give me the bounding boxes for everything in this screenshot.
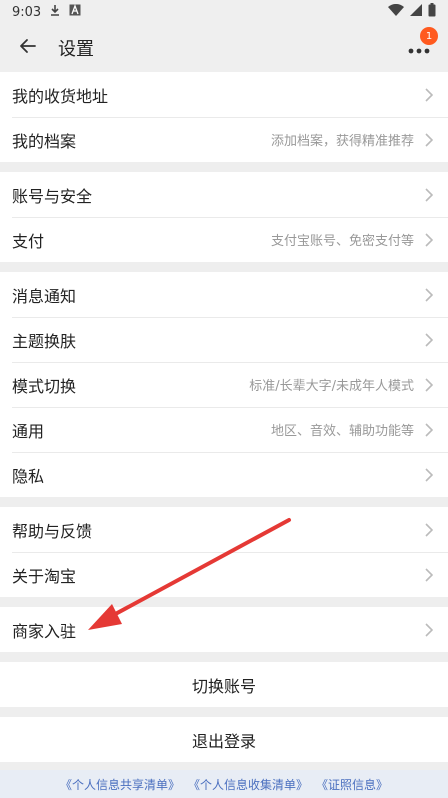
settings-row-label: 商家入驻 (12, 621, 77, 641)
settings-row[interactable]: 通用 地区、音效、辅助功能等 (0, 407, 448, 452)
signal-icon (410, 4, 422, 20)
settings-row[interactable]: 我的收货地址 (0, 72, 448, 117)
chevron-right-icon (422, 132, 436, 147)
settings-row[interactable]: 隐私 (0, 452, 448, 497)
settings-row[interactable]: 支付 支付宝账号、免密支付等 (0, 217, 448, 262)
settings-row[interactable]: 模式切换 标准/长辈大字/未成年人模式 (0, 362, 448, 407)
settings-row-label: 账号与安全 (12, 186, 93, 206)
settings-row[interactable]: 关于淘宝 (0, 552, 448, 597)
chevron-right-icon (422, 187, 436, 202)
settings-row-hint: 添加档案，获得精准推荐 (270, 134, 414, 149)
footer-link-share-list[interactable]: 《个人信息共享清单》 (60, 776, 180, 793)
settings-row[interactable]: 我的档案 添加档案，获得精准推荐 (0, 117, 448, 162)
settings-row-hint: 地区、音效、辅助功能等 (270, 424, 414, 439)
notification-badge: 1 (420, 27, 438, 45)
chevron-right-icon (422, 622, 436, 637)
wifi-icon (388, 3, 404, 20)
chevron-right-icon (422, 287, 436, 302)
settings-list: 我的收货地址 我的档案 添加档案，获得精准推荐账号与安全支付 支付宝账号、免密支付等消… (0, 72, 448, 652)
settings-row-label: 主题换肤 (12, 331, 77, 351)
font-a-icon (69, 4, 81, 20)
settings-row-label: 消息通知 (12, 286, 77, 306)
more-button[interactable]: 1 (402, 27, 438, 65)
chevron-right-icon (422, 467, 436, 482)
switch-account-button[interactable]: 切换账号 (0, 662, 448, 707)
divider (0, 707, 448, 717)
settings-group: 我的收货地址 我的档案 添加档案，获得精准推荐 (0, 72, 448, 162)
status-bar: 9:03 (0, 0, 448, 24)
arrow-left-icon (18, 36, 38, 60)
settings-row-label: 模式切换 (12, 376, 77, 396)
chevron-right-icon (422, 567, 436, 582)
download-icon (49, 4, 61, 20)
settings-row-label: 通用 (12, 421, 45, 441)
chevron-right-icon (422, 522, 436, 537)
settings-row-label: 关于淘宝 (12, 566, 77, 586)
settings-row-label: 支付 (12, 231, 45, 251)
back-button[interactable] (12, 32, 44, 64)
settings-row-hint: 标准/长辈大字/未成年人模式 (249, 379, 414, 394)
settings-row[interactable]: 主题换肤 (0, 317, 448, 362)
settings-row-hint: 支付宝账号、免密支付等 (270, 234, 414, 249)
divider (0, 262, 448, 272)
page-title: 设置 (58, 39, 94, 60)
app-bar: 设置 1 (0, 24, 448, 72)
footer-link-collect-list[interactable]: 《个人信息收集清单》 (188, 776, 308, 793)
settings-row-label: 我的收货地址 (12, 86, 109, 106)
footer-links: 《个人信息共享清单》 《个人信息收集清单》 《证照信息》 (0, 770, 448, 798)
settings-row[interactable]: 账号与安全 (0, 172, 448, 217)
settings-group: 消息通知主题换肤模式切换 标准/长辈大字/未成年人模式通用 地区、音效、辅助功能等隐… (0, 272, 448, 497)
chevron-right-icon (422, 332, 436, 347)
settings-group: 商家入驻 (0, 607, 448, 652)
battery-icon (428, 3, 436, 21)
divider (0, 652, 448, 662)
status-time: 9:03 (12, 4, 42, 20)
settings-row[interactable]: 商家入驻 (0, 607, 448, 652)
footer-link-license[interactable]: 《证照信息》 (316, 776, 388, 793)
settings-row[interactable]: 消息通知 (0, 272, 448, 317)
chevron-right-icon (422, 377, 436, 392)
settings-row-label: 我的档案 (12, 131, 77, 151)
chevron-right-icon (422, 422, 436, 437)
chevron-right-icon (422, 232, 436, 247)
divider (0, 597, 448, 607)
settings-row[interactable]: 帮助与反馈 (0, 507, 448, 552)
divider (0, 497, 448, 507)
settings-group: 帮助与反馈 关于淘宝 (0, 507, 448, 597)
settings-group: 账号与安全支付 支付宝账号、免密支付等 (0, 172, 448, 262)
divider (0, 162, 448, 172)
logout-button[interactable]: 退出登录 (0, 717, 448, 762)
chevron-right-icon (422, 87, 436, 102)
settings-row-label: 隐私 (12, 466, 45, 486)
settings-row-label: 帮助与反馈 (12, 521, 93, 541)
